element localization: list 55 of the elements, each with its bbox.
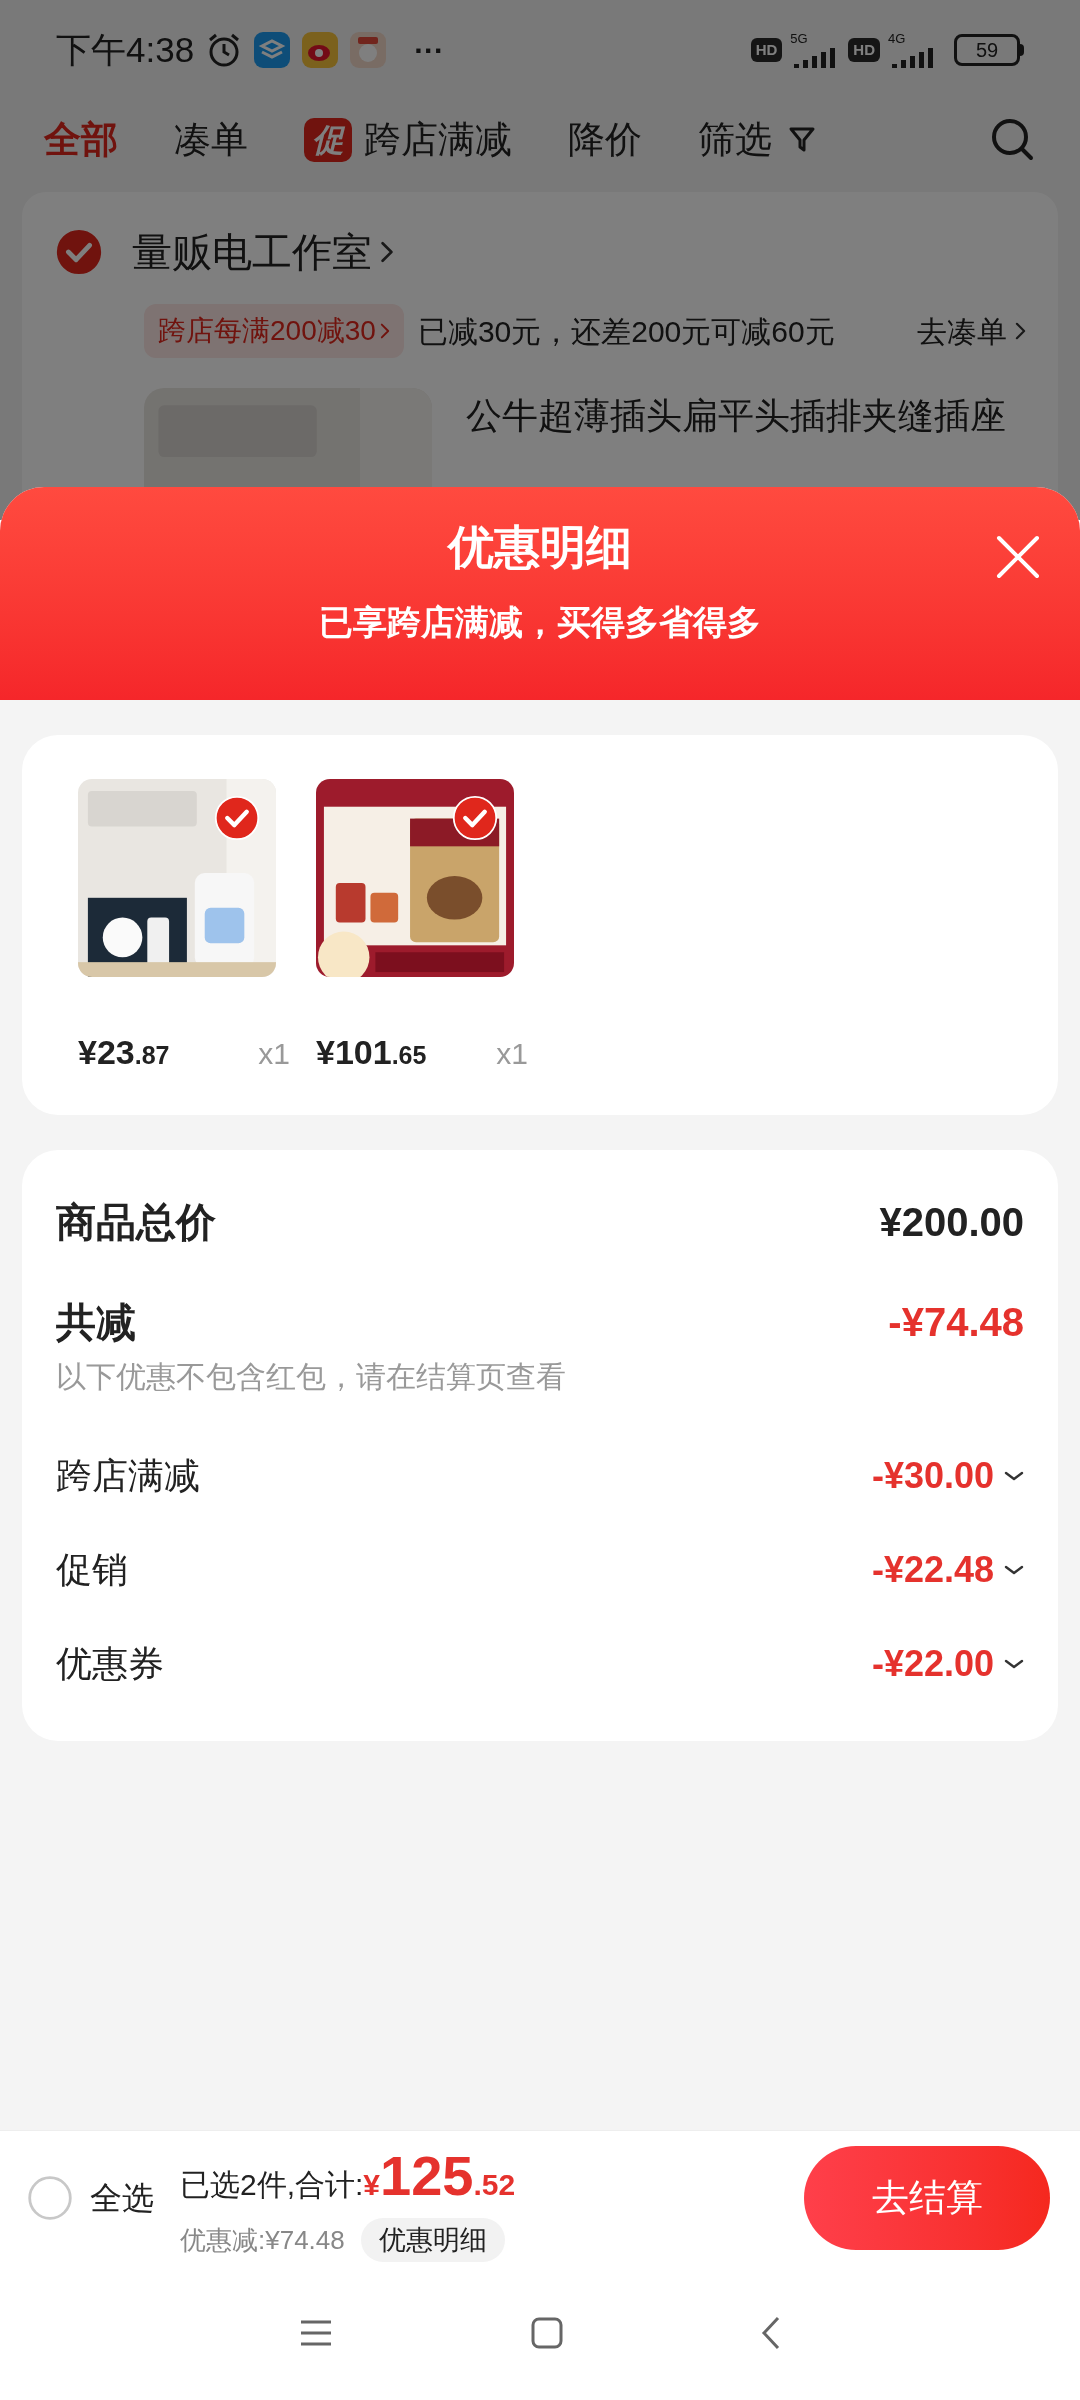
page-tab[interactable]: 凑单: [174, 112, 248, 168]
close-icon[interactable]: [996, 535, 1040, 579]
radio-icon[interactable]: [26, 2174, 74, 2222]
app-icon: [254, 32, 291, 68]
product-price: ¥101.65: [316, 1032, 427, 1073]
app-icon: [350, 32, 387, 68]
page-tab[interactable]: 全部: [44, 112, 118, 168]
discount-detail-button[interactable]: 优惠明细: [360, 2218, 505, 2262]
promo-text: 已减30元，还差200元可减60元: [417, 313, 835, 350]
quantity-label: x1: [496, 1036, 528, 1072]
chevron-right-icon: [379, 323, 390, 339]
discount-item-value: -¥22.00: [871, 1642, 994, 1686]
discount-item-label: 跨店满减: [56, 1454, 200, 1498]
select-all-label[interactable]: 全选: [90, 2174, 154, 2222]
check-circle-icon[interactable]: [54, 227, 104, 277]
page-tab[interactable]: 降价: [568, 112, 642, 168]
checkout-button[interactable]: 去结算: [804, 2146, 1050, 2250]
sheet-title: 优惠明细: [448, 520, 632, 575]
network-label: 5G: [790, 32, 808, 46]
more-notifications: ···: [414, 32, 445, 69]
check-circle-icon[interactable]: [214, 795, 260, 841]
status-time: 下午4:38: [56, 28, 195, 71]
discount-label: 共减: [56, 1299, 136, 1346]
battery-indicator: 59: [954, 34, 1024, 66]
discount-item-value: -¥30.00: [871, 1454, 994, 1498]
total-label: 商品总价: [56, 1199, 216, 1246]
hd-label: HD: [848, 38, 880, 62]
product-title[interactable]: 公牛超薄插头扁平头插排夹缝插座: [466, 392, 1006, 487]
hd-label: HD: [750, 38, 783, 62]
back-icon[interactable]: [761, 2315, 781, 2350]
saved-amount: 优惠减:¥74.48: [180, 2223, 345, 2257]
product-price: ¥23.87: [78, 1032, 170, 1073]
discount-item-label: 促销: [56, 1548, 128, 1592]
network-label: 4G: [888, 32, 906, 46]
discount-item-label: 优惠券: [56, 1642, 164, 1686]
discount-item-value: -¥22.48: [871, 1548, 994, 1592]
add-items-link[interactable]: 去凑单: [917, 308, 1026, 354]
search-icon[interactable]: [990, 117, 1036, 163]
store-name[interactable]: 量贩电工作室: [132, 222, 372, 282]
page-tab[interactable]: 促 跨店满减: [304, 112, 512, 168]
sheet-subtitle: 已享跨店满减，买得多省得多: [319, 602, 761, 643]
promo-tag[interactable]: 跨店每满200减30: [144, 304, 404, 358]
total-value: ¥200.00: [879, 1199, 1024, 1246]
check-circle-icon[interactable]: [452, 795, 498, 841]
chevron-right-icon: [380, 241, 394, 263]
promo-badge: 促: [304, 118, 352, 162]
discount-value: -¥74.48: [888, 1299, 1024, 1346]
quantity-label: x1: [258, 1036, 290, 1072]
home-square-icon[interactable]: [531, 2316, 563, 2349]
discount-note: 以下优惠不包含红包，请在结算页查看: [56, 1359, 567, 1395]
chevron-right-icon: [1015, 322, 1026, 340]
selected-summary: 已选2件,合计:: [180, 2167, 364, 2203]
app-icon: [302, 32, 339, 68]
filter-tab[interactable]: 筛选: [698, 112, 816, 168]
total-price: ¥125.52: [363, 2143, 516, 2209]
